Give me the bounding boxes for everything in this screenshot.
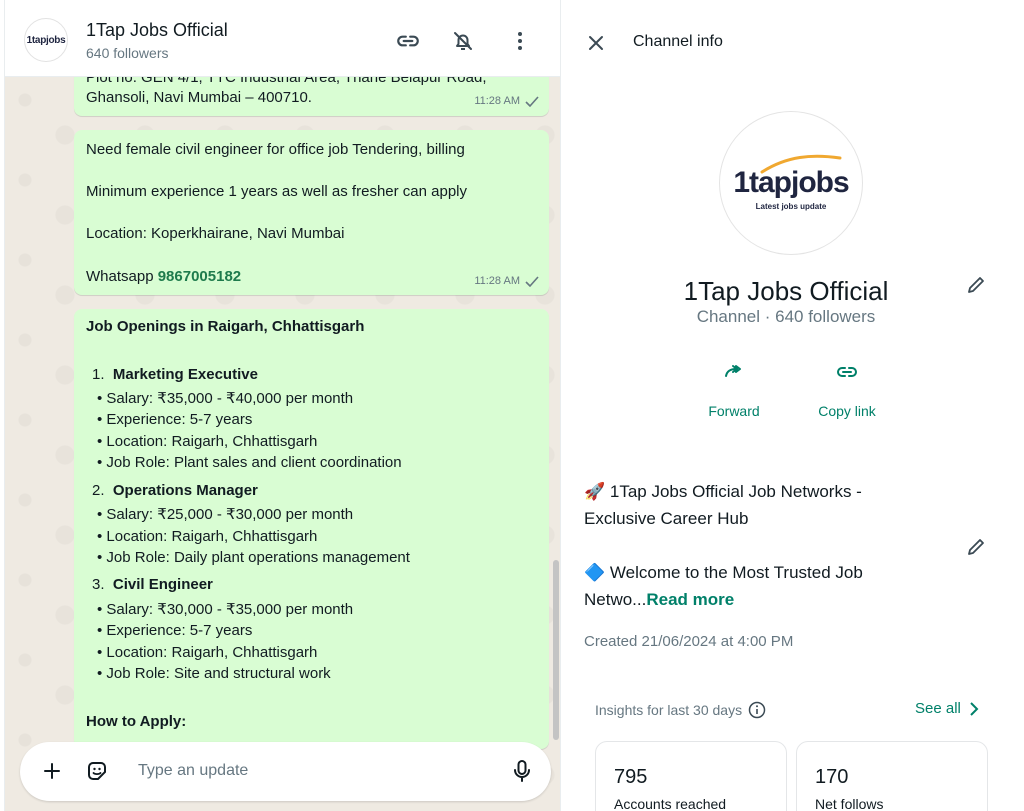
edit-name-icon[interactable] (965, 274, 987, 296)
chat-header[interactable]: 1tapjobs 1Tap Jobs Official 640 follower… (5, 0, 560, 77)
chat-scrollbar[interactable] (553, 560, 559, 740)
whatsapp-label: Whatsapp (86, 268, 154, 285)
message-meta: 11:28 AM (474, 275, 539, 287)
message-text: Whatsapp 9867005182 (86, 267, 241, 287)
close-icon[interactable] (584, 31, 608, 55)
read-more-link[interactable]: Read more (646, 590, 734, 609)
message-heading: Job Openings in Raigarh, Chhattisgarh (86, 318, 365, 335)
insights-label: Insights for last 30 days (595, 702, 743, 718)
logo-tagline: Latest jobs update (755, 201, 827, 211)
job-bullet: • Salary: ₹35,000 - ₹40,000 per month (97, 390, 354, 407)
job-bullet: • Experience: 5-7 years (97, 411, 253, 428)
channel-description-line2: 🔷 Welcome to the Most Trusted Job Netwo.… (584, 563, 863, 609)
panel-title: Channel info (633, 33, 723, 50)
message-bubble[interactable]: Job Openings in Raigarh, Chhattisgarh 1.… (74, 309, 549, 749)
sticker-icon[interactable] (85, 759, 109, 783)
stat-label: Accounts reached (614, 796, 727, 811)
message-text: Minimum experience 1 years as well as fr… (86, 183, 467, 200)
job-title: 1. Marketing Executive (92, 366, 258, 383)
chat-pane: 1tapjobs 1Tap Jobs Official 640 follower… (4, 0, 561, 811)
copy-link-button[interactable]: Copy link (807, 360, 887, 419)
see-all-link[interactable]: See all (915, 700, 979, 717)
plus-icon[interactable] (40, 759, 64, 783)
job-title: 2. Operations Manager (92, 482, 258, 499)
bell-off-icon[interactable] (449, 27, 477, 55)
job-title: 3. Civil Engineer (92, 576, 213, 593)
job-bullet: • Salary: ₹25,000 - ₹30,000 per month (97, 506, 354, 523)
job-bullet: • Job Role: Site and structural work (97, 665, 331, 682)
more-vertical-icon[interactable] (506, 27, 534, 55)
forward-icon (725, 365, 741, 377)
message-text: Location: Koperkhairane, Navi Mumbai (86, 225, 345, 242)
message-meta: 11:28 AM (474, 95, 539, 107)
channel-avatar[interactable]: 1tapjobs (24, 18, 68, 62)
channel-subtitle: Channel · 640 followers (696, 307, 876, 326)
see-all-label: See all (915, 700, 961, 717)
created-date: Created 21/06/2024 at 4:00 PM (584, 633, 794, 650)
stat-label: Net follows (815, 796, 884, 811)
job-bullet: • Experience: 5-7 years (97, 622, 253, 639)
stat-value: 170 (815, 766, 849, 788)
check-icon (525, 95, 539, 107)
message-time: 11:28 AM (474, 275, 520, 287)
channel-description-line1: 🚀 1Tap Jobs Official Job Networks - Excl… (584, 482, 862, 528)
forward-button[interactable]: Forward (694, 360, 774, 419)
insights-header: Insights for last 30 days (595, 701, 766, 719)
chevron-right-icon (970, 701, 979, 716)
avatar-logo-text: 1tapjobs (26, 34, 66, 46)
job-bullet: • Job Role: Plant sales and client coord… (97, 454, 402, 471)
forward-label: Forward (708, 403, 760, 419)
channel-name: 1Tap Jobs Official (683, 276, 889, 306)
channel-info-pane: Channel info 1tapjobs Latest jobs update… (562, 0, 1024, 811)
link-icon[interactable] (394, 27, 422, 55)
edit-description-icon[interactable] (965, 536, 987, 558)
mic-icon[interactable] (510, 759, 534, 783)
phone-link[interactable]: 9867005182 (158, 268, 241, 285)
stat-card-net-follows[interactable]: 170 Net follows (796, 741, 988, 811)
copy-link-label: Copy link (818, 403, 876, 419)
job-bullet: • Location: Raigarh, Chhattisgarh (97, 644, 318, 661)
message-text: Need female civil engineer for office jo… (86, 141, 465, 158)
job-bullet: • Salary: ₹30,000 - ₹35,000 per month (97, 601, 354, 618)
stat-card-accounts-reached[interactable]: 795 Accounts reached (595, 741, 787, 811)
message-time: 11:28 AM (474, 95, 520, 107)
update-input[interactable] (138, 762, 498, 780)
check-icon (525, 275, 539, 287)
chat-followers: 640 followers (86, 45, 169, 61)
job-bullet: • Location: Raigarh, Chhattisgarh (97, 528, 318, 545)
job-bullet: • Location: Raigarh, Chhattisgarh (97, 433, 318, 450)
message-text: Ghansoli, Navi Mumbai – 400710. (86, 89, 312, 106)
message-composer[interactable] (20, 742, 551, 801)
info-icon[interactable] (748, 701, 766, 719)
stat-value: 795 (614, 766, 648, 788)
message-bubble[interactable]: Need female civil engineer for office jo… (74, 130, 549, 295)
logo-text: 1tapjobs (733, 165, 849, 199)
job-bullet: • Job Role: Daily plant operations manag… (97, 549, 410, 566)
channel-avatar-large[interactable]: 1tapjobs Latest jobs update (719, 111, 863, 255)
chat-title[interactable]: 1Tap Jobs Official (86, 20, 228, 41)
link-icon (837, 367, 857, 377)
how-to-apply-heading: How to Apply: (86, 713, 187, 730)
